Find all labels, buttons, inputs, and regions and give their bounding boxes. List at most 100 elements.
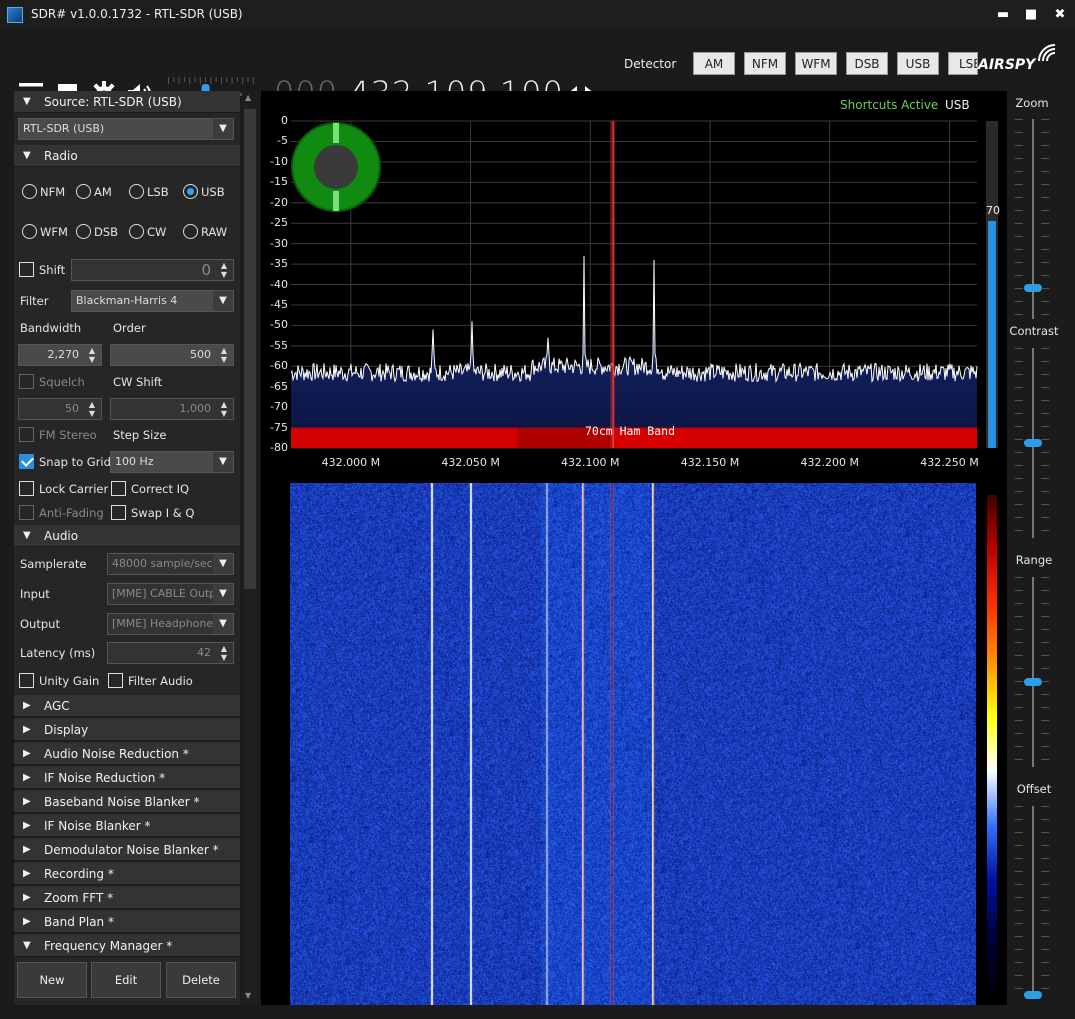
range-track[interactable] — [1032, 577, 1034, 767]
mode-button-wfm[interactable]: WFM — [795, 52, 837, 75]
spectrum-analyzer[interactable]: Shortcuts Active USB 70 70cm Ham Band 0 -… — [261, 91, 1007, 481]
section-recording[interactable]: ▶ Recording * — [14, 863, 240, 885]
lockcarrier-checkbox[interactable] — [19, 481, 34, 496]
minimize-button[interactable]: ▬ — [992, 4, 1014, 26]
squelch-value: 50 — [65, 402, 79, 415]
bandwidth-input[interactable]: 2,270 ▲ ▼ — [18, 344, 102, 366]
slider-tick — [1015, 236, 1023, 237]
mode-button-am[interactable]: AM — [693, 52, 735, 75]
mode-button-usb[interactable]: USB — [897, 52, 939, 75]
section-agc[interactable]: ▶ AGC — [14, 695, 240, 717]
section-frequency-manager[interactable]: ▼ Frequency Manager * — [14, 935, 240, 957]
output-label: Output — [20, 617, 60, 631]
cwshift-input[interactable]: 1,000 ▲ ▼ — [110, 398, 234, 420]
squelch-checkbox[interactable] — [19, 374, 34, 389]
radio-wfm[interactable] — [22, 224, 37, 239]
shift-checkbox[interactable] — [19, 262, 34, 277]
slider-tick — [1015, 145, 1023, 146]
scroll-up-icon[interactable]: ▲ — [245, 93, 251, 102]
radio-am[interactable] — [76, 184, 91, 199]
offset-slider-thumb[interactable] — [1024, 991, 1042, 999]
slider-tick — [1041, 845, 1049, 846]
radio-cw[interactable] — [129, 224, 144, 239]
correctiq-checkbox[interactable] — [111, 481, 126, 496]
signal-meter-marker — [333, 123, 339, 143]
waterfall-display[interactable] — [261, 481, 1007, 1005]
section-radio-label: Radio — [44, 149, 78, 163]
slider-tick — [1041, 871, 1049, 872]
waterfall-canvas[interactable] — [290, 483, 976, 1005]
db-tick-label: 0 — [281, 114, 288, 127]
samplerate-select[interactable]: 48000 sample/sec ▼ — [107, 553, 234, 575]
radio-cw-label: CW — [147, 225, 167, 239]
section-source[interactable]: ▼ Source: RTL-SDR (USB) — [14, 91, 240, 113]
contrast-slider-thumb[interactable] — [1024, 439, 1042, 447]
stepsize-select[interactable]: 100 Hz ▼ — [110, 451, 234, 473]
radio-lsb[interactable] — [129, 184, 144, 199]
slider-tick — [1041, 655, 1049, 656]
filteraudio-checkbox[interactable] — [108, 673, 123, 688]
shift-input[interactable]: 0 ▲ ▼ — [71, 259, 234, 281]
swapiq-checkbox[interactable] — [111, 505, 126, 520]
edit-button[interactable]: Edit — [91, 962, 161, 998]
offset-track[interactable] — [1032, 806, 1034, 996]
filter-select[interactable]: Blackman-Harris 4 ▼ — [71, 290, 234, 312]
slider-tick — [1015, 361, 1023, 362]
mode-button-dsb[interactable]: DSB — [846, 52, 888, 75]
slider-tick — [1041, 746, 1049, 747]
section-demodulator-noise-blanker[interactable]: ▶ Demodulator Noise Blanker * — [14, 839, 240, 861]
input-select[interactable]: [MME] CABLE Outp ▼ — [107, 583, 234, 605]
slider-tick — [1041, 694, 1049, 695]
section-baseband-noise-blanker[interactable]: ▶ Baseband Noise Blanker * — [14, 791, 240, 813]
slider-tick — [1041, 530, 1049, 531]
radio-nfm[interactable] — [22, 184, 37, 199]
latency-input[interactable]: 42 ▲ ▼ — [107, 642, 234, 664]
spectrum-mode-label: USB — [945, 98, 970, 112]
section-if-noise-blanker[interactable]: ▶ IF Noise Blanker * — [14, 815, 240, 837]
slider-tick — [1015, 478, 1023, 479]
source-device-select[interactable]: RTL-SDR (USB) ▼ — [18, 118, 234, 140]
section-display-label: Display — [44, 723, 89, 737]
delete-button[interactable]: Delete — [166, 962, 236, 998]
order-input[interactable]: 500 ▲ ▼ — [110, 344, 234, 366]
toolbar: 000.432.109.100 Detector AM NFM WFM DSB … — [0, 30, 1075, 112]
db-tick-label: -20 — [270, 195, 288, 209]
radio-raw[interactable] — [183, 224, 198, 239]
section-zoom-fft[interactable]: ▶ Zoom FFT * — [14, 887, 240, 909]
section-audio-noise-reduction[interactable]: ▶ Audio Noise Reduction * — [14, 743, 240, 765]
squelch-input[interactable]: 50 ▲ ▼ — [18, 398, 102, 420]
slider-tick — [1041, 504, 1049, 505]
fmstereo-checkbox[interactable] — [19, 427, 34, 442]
new-button[interactable]: New — [17, 962, 87, 998]
mode-button-lsb[interactable]: LSB — [948, 52, 978, 75]
close-button[interactable]: ✖ — [1049, 4, 1071, 26]
stepsize-label: Step Size — [113, 428, 167, 442]
slider-tick — [1041, 517, 1049, 518]
scrollbar-thumb[interactable] — [244, 109, 256, 589]
output-select[interactable]: [MME] Headphones ▼ — [107, 613, 234, 635]
zoom-slider-thumb[interactable] — [1024, 284, 1042, 292]
shortcuts-status: Shortcuts Active — [840, 98, 939, 112]
slider-tick — [1015, 413, 1023, 414]
slider-tick — [1015, 517, 1023, 518]
filter-passband[interactable] — [610, 121, 616, 448]
antifading-checkbox[interactable] — [19, 505, 34, 520]
unitygain-checkbox[interactable] — [19, 673, 34, 688]
section-display[interactable]: ▶ Display — [14, 719, 240, 741]
scroll-down-icon[interactable]: ▼ — [245, 991, 251, 1000]
mode-button-nfm[interactable]: NFM — [744, 52, 786, 75]
spin-arrows-icon: ▲ ▼ — [220, 261, 228, 279]
snap-checkbox[interactable] — [19, 454, 34, 469]
maximize-button[interactable]: ■ — [1020, 4, 1042, 26]
radio-usb[interactable] — [183, 184, 198, 199]
section-if-noise-reduction[interactable]: ▶ IF Noise Reduction * — [14, 767, 240, 789]
radio-dsb[interactable] — [76, 224, 91, 239]
slider-tick — [1041, 452, 1049, 453]
section-audio[interactable]: ▼ Audio — [14, 525, 240, 547]
section-radio[interactable]: ▼ Radio — [14, 145, 240, 167]
radio-nfm-label: NFM — [40, 185, 66, 199]
db-tick-label: -35 — [270, 257, 288, 271]
range-slider-thumb[interactable] — [1024, 678, 1042, 686]
panel-scrollbar[interactable]: ▲ ▼ — [242, 91, 258, 1005]
section-band-plan[interactable]: ▶ Band Plan * — [14, 911, 240, 933]
